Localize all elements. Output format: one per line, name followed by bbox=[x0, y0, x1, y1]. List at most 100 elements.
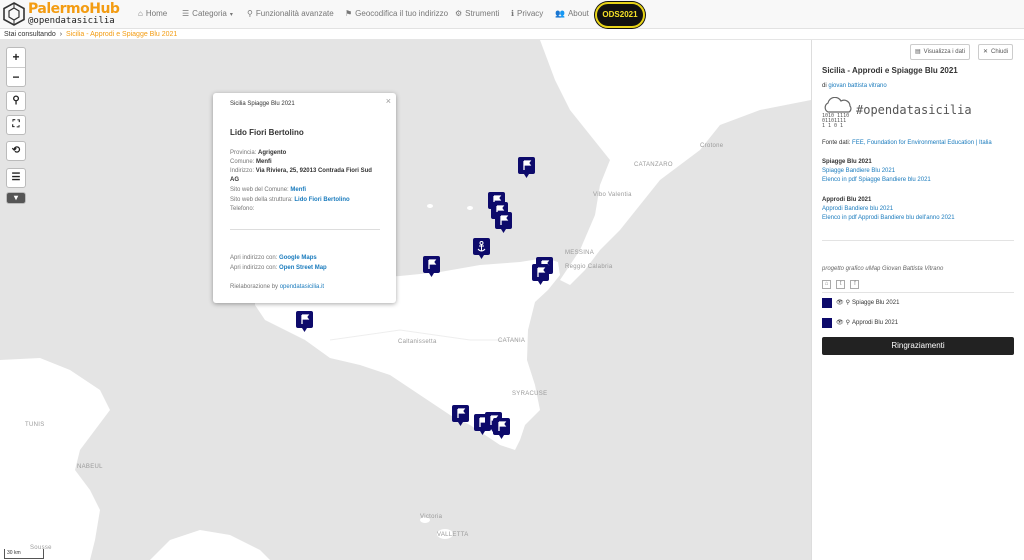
table-icon: ▤ bbox=[915, 49, 921, 55]
cog-icon: ⚙ bbox=[455, 9, 463, 18]
popup-divider bbox=[230, 229, 380, 230]
map-label-catania: CATANIA bbox=[498, 338, 526, 344]
caret-down-icon: ▾ bbox=[13, 193, 18, 202]
popup-comune: Comune: Menfi bbox=[230, 159, 272, 165]
beach-marker-selected[interactable] bbox=[296, 311, 313, 333]
database-icon: ☰ bbox=[11, 172, 21, 183]
map-canvas[interactable]: CATANZARO Crotone Vibo Valentia MESSINA … bbox=[0, 40, 811, 560]
beach-marker[interactable] bbox=[423, 256, 440, 278]
nav-funzionalita[interactable]: ⚲ Funzionalità avanzate bbox=[247, 0, 334, 28]
beach-marker[interactable] bbox=[493, 418, 510, 440]
legend-approdi[interactable]: 👁 ⚲ Approdi Blu 2021 bbox=[822, 318, 898, 328]
map-label-victoria: Victoria bbox=[420, 514, 443, 520]
breadcrumb-prefix: Stai consultando bbox=[4, 31, 56, 38]
search-location-button[interactable]: ⚲ bbox=[6, 91, 26, 111]
ods2021-button[interactable]: ODS2021 bbox=[595, 2, 645, 28]
sito-struttura-link[interactable]: Lido Fiori Bertolino bbox=[294, 197, 349, 203]
facebook-icon[interactable]: f bbox=[850, 280, 860, 289]
home-icon[interactable]: ⌂ bbox=[822, 280, 831, 289]
nav-home[interactable]: ⌂ Home bbox=[138, 0, 167, 28]
approdi-link-2[interactable]: Elenco in pdf Approdi Bandiere blu dell'… bbox=[822, 215, 955, 221]
map-author: di giovan battista vitrano bbox=[822, 83, 887, 89]
brand-subtitle: @opendatasicilia bbox=[28, 16, 115, 26]
map-label-syracuse: SYRACUSE bbox=[512, 391, 548, 397]
nav-about[interactable]: 👥 About bbox=[555, 0, 589, 28]
fonte-link[interactable]: FEE, Foundation for Environmental Educat… bbox=[852, 140, 992, 146]
eye-icon[interactable]: 👁 bbox=[836, 298, 844, 308]
layers-button[interactable]: ☰ bbox=[6, 168, 26, 188]
map-label-vibo: Vibo Valentia bbox=[593, 192, 632, 198]
nav-strumenti[interactable]: ⚙ Strumenti bbox=[455, 0, 499, 28]
view-data-button[interactable]: ▤ Visualizza i dati bbox=[910, 44, 970, 60]
zoom-icon[interactable]: ⚲ bbox=[846, 318, 850, 328]
search-icon: ⚲ bbox=[247, 9, 253, 18]
map-label-caltanissetta: Caltanissetta bbox=[398, 339, 437, 345]
info-sidebar: ▤ Visualizza i dati ✕ Chiudi Sicilia - App… bbox=[811, 40, 1024, 560]
map-label-catanzaro: CATANZARO bbox=[634, 162, 673, 168]
spiagge-link-2[interactable]: Elenco in pdf Spiagge Bandiere blu 2021 bbox=[822, 177, 931, 183]
share-button[interactable]: ⟲ bbox=[6, 141, 26, 161]
progetto-grafico: progetto grafico uMap Giovan Battista Vi… bbox=[822, 266, 944, 272]
zoom-out-button[interactable]: − bbox=[7, 67, 25, 86]
breadcrumb: Stai consultando › Sicilia - Approdi e S… bbox=[0, 29, 1024, 40]
breadcrumb-current[interactable]: Sicilia - Approdi e Spiagge Blu 2021 bbox=[66, 31, 177, 38]
map-label-tunis: TUNIS bbox=[25, 422, 45, 428]
popup-name: Lido Fiori Bertolino bbox=[230, 128, 304, 137]
zoom-in-button[interactable]: + bbox=[7, 48, 25, 67]
map-label-valletta: VALLETTA bbox=[437, 532, 469, 538]
map-scale: 30 km bbox=[4, 549, 44, 559]
marker-popup: × Sicilia Spiagge Blu 2021 Lido Fiori Be… bbox=[213, 93, 396, 303]
legend-swatch bbox=[822, 318, 832, 328]
popup-provincia: Provincia: Agrigento bbox=[230, 150, 287, 156]
caret-down-icon: ▾ bbox=[229, 12, 233, 18]
share-icon: ⟲ bbox=[11, 145, 21, 156]
nav-geocodifica[interactable]: ⚑ Geocodifica il tuo indirizzo bbox=[345, 0, 448, 28]
popup-rielaborazione: Rielaborazione by opendatasicilia.it bbox=[230, 284, 325, 290]
ringraziamenti-button[interactable]: Ringraziamenti bbox=[822, 337, 1014, 355]
list-icon: ☰ bbox=[182, 9, 190, 18]
google-maps-link[interactable]: Google Maps bbox=[279, 255, 317, 261]
opendatasicilia-logo: #opendatasicilia 1010 1110 01101111 1 1 0… bbox=[822, 97, 992, 129]
zoom-icon[interactable]: ⚲ bbox=[846, 298, 850, 308]
palermohub-logo[interactable]: PalermoHub @opendatasicilia bbox=[2, 1, 128, 27]
top-navbar: PalermoHub @opendatasicilia ⌂ Home ☰ Categ… bbox=[0, 0, 1024, 29]
opendatasicilia-link[interactable]: opendatasicilia.it bbox=[280, 284, 324, 290]
popup-sito-struttura: Sito web della struttura: Lido Fiori Ber… bbox=[230, 197, 350, 203]
twitter-icon[interactable]: t bbox=[836, 280, 846, 289]
nav-categoria[interactable]: ☰ Categoria ▾ bbox=[182, 0, 233, 28]
fullscreen-button[interactable]: ⛶ bbox=[6, 115, 26, 135]
beach-marker[interactable] bbox=[495, 212, 512, 234]
beach-marker[interactable] bbox=[532, 264, 549, 286]
spiagge-heading: Spiagge Blu 2021 bbox=[822, 159, 872, 165]
beach-marker[interactable] bbox=[518, 157, 535, 179]
popup-close-button[interactable]: × bbox=[386, 96, 391, 106]
logo-binary: 1010 1110 01101111 1 1 0 1 bbox=[822, 113, 850, 129]
search-icon: ⚲ bbox=[12, 95, 20, 106]
logo-hashtag: #opendatasicilia bbox=[856, 103, 972, 117]
popup-layer-title: Sicilia Spiagge Blu 2021 bbox=[230, 101, 295, 107]
map-label-nabeul: NABEUL bbox=[77, 464, 103, 470]
beach-marker[interactable] bbox=[452, 405, 469, 427]
popup-telefono: Telefono: bbox=[230, 206, 255, 212]
more-controls-button[interactable]: ▾ bbox=[6, 192, 26, 204]
harbor-marker[interactable] bbox=[473, 238, 490, 260]
legend-spiagge[interactable]: 👁 ⚲ Spiagge Blu 2021 bbox=[822, 298, 899, 308]
map-label-crotone: Crotone bbox=[700, 143, 724, 149]
eye-icon[interactable]: 👁 bbox=[836, 318, 844, 328]
close-sidebar-button[interactable]: ✕ Chiudi bbox=[978, 44, 1014, 60]
author-link[interactable]: giovan battista vitrano bbox=[828, 83, 886, 89]
popup-sito-comune: Sito web del Comune: Menfi bbox=[230, 187, 307, 193]
approdi-link-1[interactable]: Approdi Bandiere blu 2021 bbox=[822, 206, 893, 212]
nav-privacy[interactable]: ℹ Privacy bbox=[511, 0, 543, 28]
divider bbox=[822, 240, 1014, 241]
popup-apri-osm: Apri indirizzo con: Open Street Map bbox=[230, 265, 327, 271]
map-label-reggio: Reggio Calabria bbox=[565, 264, 613, 270]
open-street-map-link[interactable]: Open Street Map bbox=[279, 265, 327, 271]
chevron-right-icon: › bbox=[59, 31, 63, 38]
sito-comune-link[interactable]: Menfi bbox=[290, 187, 306, 193]
map-label-messina: MESSINA bbox=[565, 250, 595, 256]
popup-indirizzo: Indirizzo: Via Riviera, 25, 92013 Contra… bbox=[230, 168, 372, 174]
close-icon: ✕ bbox=[983, 49, 989, 55]
spiagge-link-1[interactable]: Spiagge Bandiere Blu 2021 bbox=[822, 168, 895, 174]
map-title: Sicilia - Approdi e Spiagge Blu 2021 bbox=[822, 66, 958, 75]
